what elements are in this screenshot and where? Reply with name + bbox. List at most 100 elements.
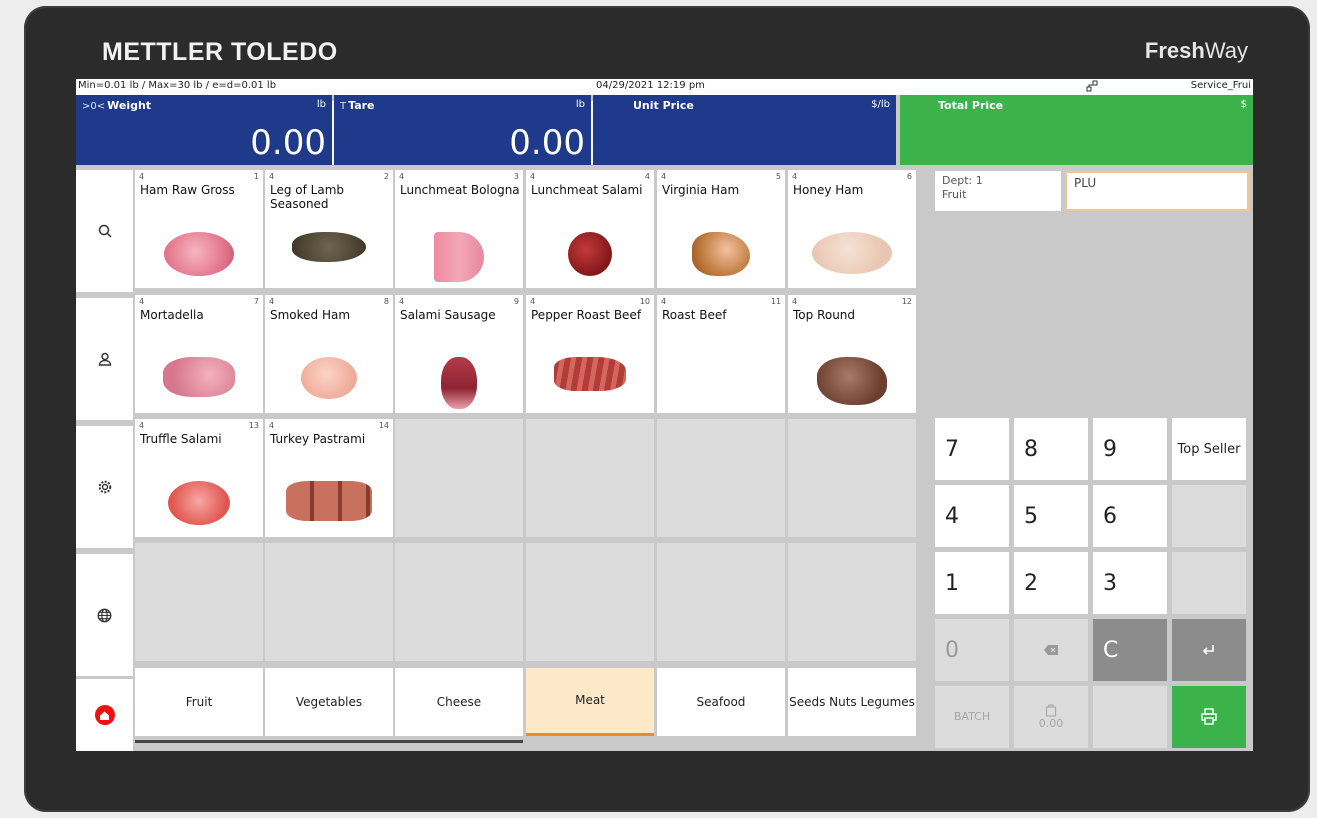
plu-input[interactable]: PLU <box>1065 171 1249 211</box>
topround-image <box>817 357 887 405</box>
tile-name: Turkey Pastrami <box>270 432 366 446</box>
product-tile[interactable]: 4 9 Salami Sausage <box>395 295 523 413</box>
search-icon <box>98 224 112 238</box>
search-button[interactable] <box>76 170 133 295</box>
status-bar: Min=0.01 lb / Max=30 lb / e=d=0.01 lb 04… <box>76 79 1253 95</box>
tile-name: Lunchmeat Salami <box>531 183 643 197</box>
settings-icon <box>98 480 111 494</box>
category-button[interactable]: Cheese <box>395 668 523 736</box>
product-tile[interactable]: 4 6 Honey Ham <box>788 170 916 288</box>
key-4[interactable]: 4 <box>935 485 1009 547</box>
key-6[interactable]: 6 <box>1093 485 1167 547</box>
blank-key <box>1093 686 1167 748</box>
brand-logo: METTLER TOLEDO <box>102 38 338 66</box>
category-button[interactable]: Fruit <box>135 668 263 736</box>
tile-dept: 4 <box>530 172 536 181</box>
network-icon <box>1086 80 1098 95</box>
tile-name: Honey Ham <box>793 183 864 197</box>
blank-key <box>1172 552 1246 614</box>
language-button[interactable] <box>76 554 133 679</box>
tile-name: Salami Sausage <box>400 308 496 322</box>
weight-value: 0.00 <box>250 123 326 163</box>
tile-dept: 4 <box>661 172 667 181</box>
tile-name: Mortadella <box>140 308 204 322</box>
bag-icon <box>1045 704 1057 717</box>
smoked-image <box>301 357 357 399</box>
print-button[interactable] <box>1172 686 1246 748</box>
key-2[interactable]: 2 <box>1014 552 1088 614</box>
product-tile[interactable]: 4 14 Turkey Pastrami <box>265 419 393 537</box>
honey-image <box>812 232 892 274</box>
home-icon <box>94 705 115 725</box>
tile-plu-number: 7 <box>253 297 259 306</box>
product-tile[interactable]: 4 12 Top Round <box>788 295 916 413</box>
empty-tile <box>657 543 785 661</box>
key-7[interactable]: 7 <box>935 418 1009 480</box>
tile-plu-number: 2 <box>383 172 389 181</box>
tile-name: Top Round <box>793 308 856 322</box>
key-8[interactable]: 8 <box>1014 418 1088 480</box>
tile-dept: 4 <box>792 297 798 306</box>
product-tile[interactable]: 4 4 Lunchmeat Salami <box>526 170 654 288</box>
category-button[interactable]: Vegetables <box>265 668 393 736</box>
tile-plu-number: 13 <box>248 421 259 430</box>
settings-button[interactable] <box>76 426 133 551</box>
tile-dept: 4 <box>530 297 536 306</box>
ham-image <box>164 232 234 276</box>
product-tile[interactable]: 4 5 Virginia Ham <box>657 170 785 288</box>
touch-screen: Min=0.01 lb / Max=30 lb / e=d=0.01 lb 04… <box>76 79 1253 751</box>
enter-key[interactable] <box>1172 619 1246 681</box>
pastrami-image <box>286 481 372 521</box>
tile-name: Virginia Ham <box>662 183 740 197</box>
tile-plu-number: 3 <box>513 172 519 181</box>
product-tile[interactable]: 4 2 Leg of Lamb Seasoned <box>265 170 393 288</box>
unit-price-display: Unit Price $/lb <box>593 95 896 165</box>
clear-key[interactable]: C <box>1093 619 1167 681</box>
salami-image <box>568 232 612 276</box>
user-button[interactable] <box>76 298 133 423</box>
product-tile[interactable]: 4 3 Lunchmeat Bologna <box>395 170 523 288</box>
tile-dept: 4 <box>399 172 405 181</box>
tile-name: Lunchmeat Bologna <box>400 183 520 197</box>
tile-dept: 4 <box>139 172 145 181</box>
print-icon <box>1201 708 1217 725</box>
batch-button[interactable]: BATCH <box>935 686 1009 748</box>
date-time: 04/29/2021 12:19 pm <box>596 80 705 91</box>
key-9[interactable]: 9 <box>1093 418 1167 480</box>
tile-name: Roast Beef <box>662 308 727 322</box>
product-tile[interactable]: 4 11 Roast Beef <box>657 295 785 413</box>
bag-button[interactable]: 0.00 <box>1014 686 1088 748</box>
key-5[interactable]: 5 <box>1014 485 1088 547</box>
product-tile[interactable]: 4 8 Smoked Ham <box>265 295 393 413</box>
key-3[interactable]: 3 <box>1093 552 1167 614</box>
top-seller-button[interactable]: Top Seller <box>1172 418 1246 480</box>
product-tile[interactable]: 4 1 Ham Raw Gross <box>135 170 263 288</box>
product-tile[interactable]: 4 7 Mortadella <box>135 295 263 413</box>
tile-plu-number: 9 <box>513 297 519 306</box>
product-tile[interactable]: 4 13 Truffle Salami <box>135 419 263 537</box>
tile-plu-number: 1 <box>253 172 259 181</box>
product-tile[interactable]: 4 10 Pepper Roast Beef <box>526 295 654 413</box>
empty-tile <box>657 419 785 537</box>
category-button[interactable]: Meat <box>526 668 654 736</box>
tile-plu-number: 10 <box>639 297 650 306</box>
category-button[interactable]: Seeds Nuts Legumes <box>788 668 916 736</box>
category-button[interactable]: Seafood <box>657 668 785 736</box>
tile-dept: 4 <box>139 297 145 306</box>
truffle-image <box>168 481 230 525</box>
department-box: Dept: 1 Fruit <box>935 171 1061 211</box>
key-0[interactable]: 0 <box>935 619 1009 681</box>
key-1[interactable]: 1 <box>935 552 1009 614</box>
weighing-limits: Min=0.01 lb / Max=30 lb / e=d=0.01 lb <box>78 80 277 91</box>
vham-image <box>692 232 750 276</box>
home-button[interactable] <box>76 679 133 751</box>
backspace-key[interactable] <box>1014 619 1088 681</box>
empty-tile <box>526 543 654 661</box>
tile-plu-number: 6 <box>906 172 912 181</box>
tile-dept: 4 <box>661 297 667 306</box>
bologna-image <box>434 232 484 282</box>
tile-name: Ham Raw Gross <box>140 183 235 197</box>
tile-name: Smoked Ham <box>270 308 351 322</box>
product-logo: FreshWay <box>1144 38 1248 63</box>
sausage-image <box>441 357 477 409</box>
